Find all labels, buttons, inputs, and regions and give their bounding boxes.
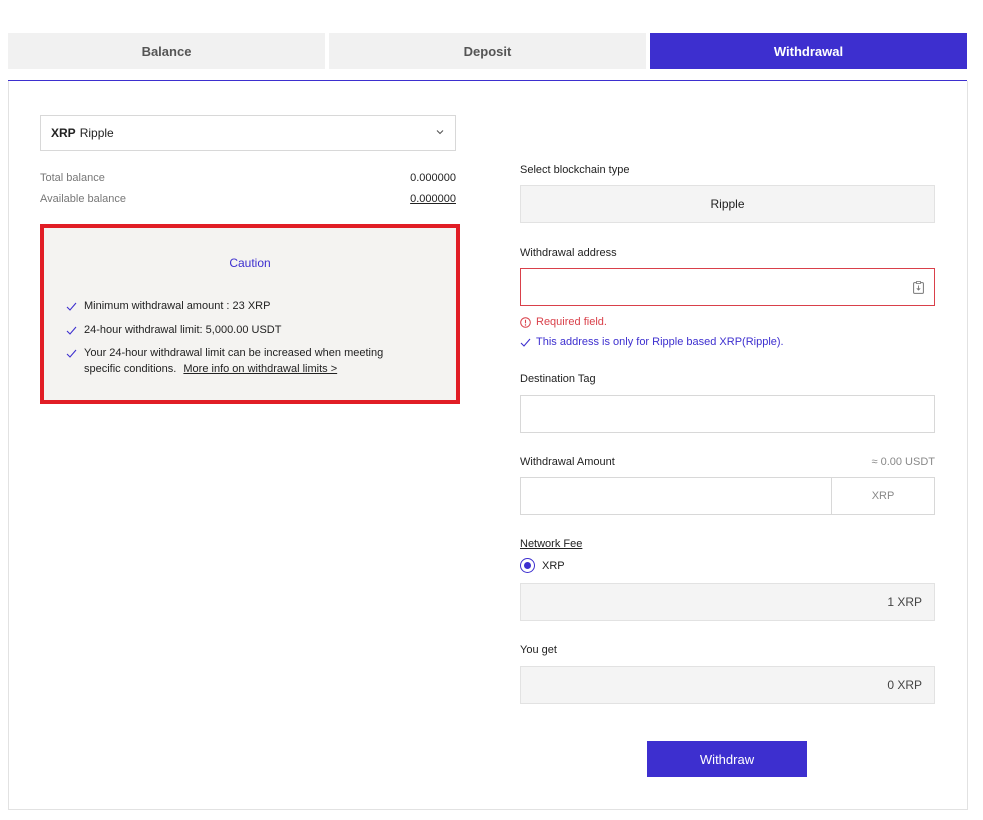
caution-item-text: Minimum withdrawal amount : 23 XRP (84, 300, 271, 312)
available-balance-label: Available balance (40, 193, 127, 205)
available-balance-value[interactable]: 0.000000 (410, 193, 456, 205)
address-error-text: Required field. (536, 316, 607, 328)
caution-item: Your 24-hour withdrawal limit can be inc… (62, 345, 422, 377)
tab-deposit[interactable]: Deposit (329, 33, 646, 69)
amount-input[interactable]: XRP (520, 477, 935, 515)
withdrawal-limits-link[interactable]: More info on withdrawal limits > (183, 363, 337, 375)
destination-tag-input[interactable] (520, 395, 935, 433)
available-balance-row: Available balance 0.000000 (40, 193, 456, 205)
caution-item: 24-hour withdrawal limit: 5,000.00 USDT (62, 322, 422, 338)
you-get-field: 0 XRP (520, 666, 935, 704)
chain-type-label: Select blockchain type (520, 164, 630, 176)
address-note-text: This address is only for Ripple based XR… (536, 336, 784, 348)
amount-unit: XRP (831, 478, 934, 514)
network-fee-value: 1 XRP (887, 595, 922, 609)
check-icon (66, 302, 77, 311)
total-balance-value: 0.000000 (410, 172, 456, 184)
amount-approx: ≈ 0.00 USDT (871, 456, 935, 468)
caution-item: Minimum withdrawal amount : 23 XRP (62, 298, 422, 314)
chevron-down-icon (436, 130, 444, 135)
caution-box: Caution Minimum withdrawal amount : 23 X… (40, 224, 460, 404)
coin-name: Ripple (79, 126, 114, 140)
you-get-label: You get (520, 644, 557, 656)
destination-tag-label: Destination Tag (520, 373, 596, 385)
you-get-value: 0 XRP (887, 678, 922, 692)
amount-label: Withdrawal Amount (520, 456, 615, 468)
total-balance-row: Total balance 0.000000 (40, 172, 456, 184)
tab-balance[interactable]: Balance (8, 33, 325, 69)
address-label: Withdrawal address (520, 247, 617, 259)
address-error-message: Required field. (520, 316, 607, 328)
paste-icon[interactable] (913, 281, 924, 294)
check-icon (66, 326, 77, 335)
check-icon (66, 349, 77, 358)
network-fee-field: 1 XRP (520, 583, 935, 621)
chain-type-select[interactable]: Ripple (520, 185, 935, 223)
coin-symbol: XRP (51, 126, 76, 140)
error-icon (520, 317, 531, 328)
withdraw-button[interactable]: Withdraw (647, 741, 807, 777)
caution-title: Caution (229, 256, 271, 270)
coin-select[interactable]: XRP Ripple (40, 115, 456, 151)
total-balance-label: Total balance (40, 172, 105, 184)
radio-selected-icon[interactable] (520, 558, 535, 573)
network-fee-label[interactable]: Network Fee (520, 538, 582, 550)
address-note-message: This address is only for Ripple based XR… (520, 336, 784, 348)
fee-option-label: XRP (542, 559, 565, 572)
fee-option-xrp[interactable]: XRP (520, 558, 565, 573)
check-icon (520, 338, 531, 347)
tab-bar: Balance Deposit Withdrawal (8, 33, 967, 69)
address-input[interactable] (520, 268, 935, 306)
chain-type-value: Ripple (710, 197, 745, 211)
caution-item-text: 24-hour withdrawal limit: 5,000.00 USDT (84, 324, 282, 336)
tab-withdrawal[interactable]: Withdrawal (650, 33, 967, 69)
